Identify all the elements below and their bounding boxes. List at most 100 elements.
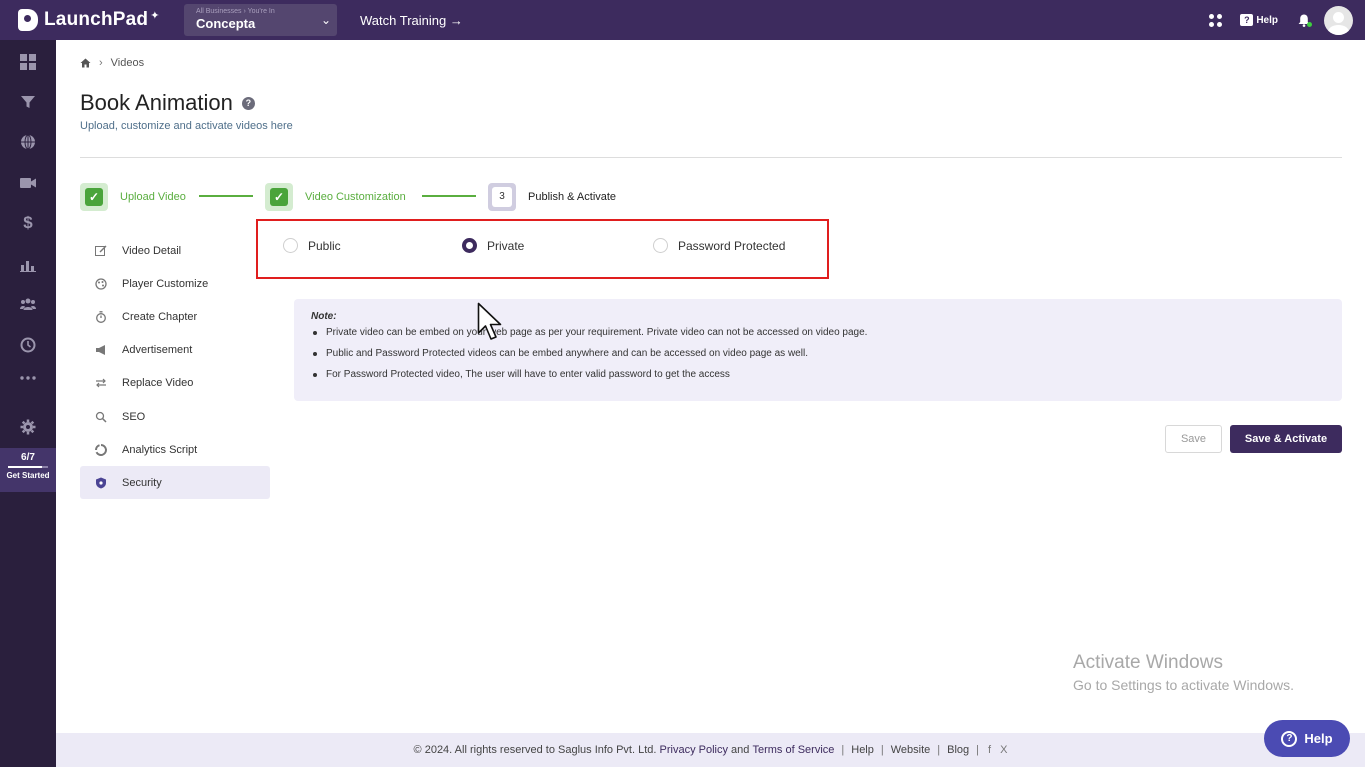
dollar-icon[interactable]: $ [0,211,56,235]
help-top-button[interactable]: ? Help [1240,14,1278,26]
facebook-icon[interactable]: f [988,744,991,756]
menu-item-advertisement[interactable]: Advertisement [80,333,270,366]
footer-separator: | [841,744,845,756]
apps-grid-icon[interactable] [1209,13,1223,27]
note-title: Note: [311,311,337,322]
menu-item-security[interactable]: Security [80,466,270,499]
top-bar: LaunchPad ✦ All Businesses › You're In C… [0,0,1365,40]
user-avatar[interactable] [1324,5,1353,35]
breadcrumb: › Videos [80,57,144,69]
footer-and: and [731,744,750,756]
watch-training-link[interactable]: Watch Training → [360,13,463,28]
business-selector-caption: All Businesses › You're In [196,8,275,15]
terms-of-service-link[interactable]: Terms of Service [752,744,834,756]
save-activate-button[interactable]: Save & Activate [1230,425,1342,453]
get-started-button[interactable]: 6/7 Get Started [0,448,56,492]
radio-label: Public [308,238,341,253]
dashboard-icon[interactable] [0,50,56,74]
chevron-down-icon: ⌄ [320,13,331,27]
search-icon [94,410,108,424]
step-connector [199,195,253,197]
megaphone-icon [94,343,108,357]
step-check-box: ✓ [80,183,108,211]
breadcrumb-separator: › [99,57,103,69]
note-item: Private video can be embed on your web p… [311,327,1342,338]
page-title: Book Animation ? [80,90,255,116]
help-top-label: Help [1256,14,1278,26]
chart-icon[interactable] [0,253,56,277]
footer-separator: | [976,744,980,756]
privacy-options-panel: Public Private Password Protected [256,219,829,279]
footer-help-link[interactable]: Help [851,744,874,756]
business-selector[interactable]: All Businesses › You're In Concepta ⌄ [184,4,337,36]
notification-dot [1307,21,1312,27]
settings-icon[interactable] [0,415,56,439]
menu-item-label: Analytics Script [122,443,198,456]
menu-item-label: SEO [122,410,146,423]
help-icon: ? [1240,14,1254,26]
page-title-text: Book Animation [80,90,233,115]
radio-password-protected[interactable]: Password Protected [653,238,785,253]
more-icon[interactable] [0,366,56,390]
save-button[interactable]: Save [1165,425,1222,453]
step-label: Upload Video [120,191,186,203]
funnel-icon[interactable] [0,90,56,114]
step-video-customization[interactable]: ✓ Video Customization [265,183,406,211]
windows-watermark-title: Activate Windows [1073,652,1223,673]
page-subtitle: Upload, customize and activate videos he… [80,120,293,132]
menu-item-label: Security [122,476,162,489]
note-item: For Password Protected video, The user w… [311,369,1342,380]
question-icon[interactable]: ? [241,96,255,110]
step-check-box: ✓ [265,183,293,211]
globe-icon[interactable] [0,130,56,154]
breadcrumb-videos[interactable]: Videos [111,57,144,69]
business-name: Concepta [196,16,256,31]
shield-icon [94,476,108,490]
menu-item-replace-video[interactable]: Replace Video [80,366,270,399]
step-label: Publish & Activate [528,191,617,203]
home-icon[interactable] [80,58,91,68]
menu-item-player-customize[interactable]: Player Customize [80,267,270,300]
radio-circle[interactable] [462,238,477,253]
timer-icon [94,310,108,324]
floating-help-button[interactable]: ? Help [1264,720,1350,757]
analytics-icon [94,443,108,457]
swap-icon [94,376,108,390]
x-twitter-icon[interactable]: X [1000,744,1007,756]
footer-website-link[interactable]: Website [891,744,931,756]
menu-item-label: Video Detail [122,244,182,257]
privacy-policy-link[interactable]: Privacy Policy [660,744,728,756]
header-divider [80,157,1342,158]
menu-item-video-detail[interactable]: Video Detail [80,234,270,267]
checkmark-icon: ✓ [270,188,288,206]
step-label: Video Customization [305,191,406,203]
get-started-label: Get Started [6,471,50,480]
floating-help-label: Help [1304,731,1333,746]
step-publish-activate[interactable]: 3 Publish & Activate [488,183,616,211]
radio-public[interactable]: Public [283,238,341,253]
logo-icon [18,9,38,31]
windows-watermark-subtitle: Go to Settings to activate Windows. [1073,677,1294,693]
step-upload-video[interactable]: ✓ Upload Video [80,183,186,211]
radio-circle[interactable] [653,238,668,253]
get-started-progress [8,466,48,468]
users-icon[interactable] [0,292,56,316]
launchpad-logo[interactable]: LaunchPad ✦ [18,9,168,31]
radio-private[interactable]: Private [462,238,524,253]
footer-blog-link[interactable]: Blog [947,744,969,756]
notification-bell-icon[interactable] [1298,14,1312,27]
radio-label: Private [487,238,525,253]
menu-item-analytics-script[interactable]: Analytics Script [80,433,270,466]
footer-separator: | [937,744,941,756]
radio-circle[interactable] [283,238,298,253]
menu-item-seo[interactable]: SEO [80,400,270,433]
clock-icon[interactable] [0,333,56,357]
mouse-cursor-icon [477,302,502,340]
menu-item-create-chapter[interactable]: Create Chapter [80,300,270,333]
note-list: Private video can be embed on your web p… [311,327,1342,380]
step-number: 3 [492,187,512,207]
footer-copyright: © 2024. All rights reserved to Saglus In… [413,744,657,756]
video-icon[interactable] [0,171,56,195]
footer-separator: | [880,744,884,756]
checkmark-icon: ✓ [85,188,103,206]
